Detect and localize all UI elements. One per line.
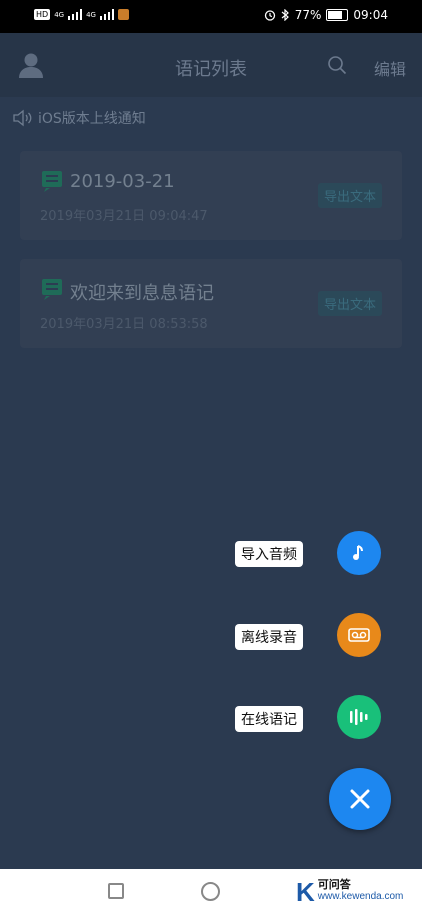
signal-label: 4G [86,10,96,19]
status-right: 77% 09:04 [264,8,388,22]
watermark-letter: K [296,877,315,907]
app-header: 语记列表 编辑 [0,33,422,97]
note-title: 2019-03-21 [70,171,175,192]
notice-text: iOS版本上线通知 [38,111,146,127]
home-button[interactable] [201,882,220,901]
app-notification-icon [117,9,129,20]
note-timestamp: 2019年03月21日 09:04:47 [40,209,208,224]
import-audio-label[interactable]: 导入音频 [235,541,303,567]
music-note-icon [353,545,363,560]
alarm-icon [264,10,275,21]
online-note-label[interactable]: 在线语记 [235,706,303,732]
status-bar: HD 4G 4G 77% 09:04 [0,0,422,33]
watermark-name: 可问答 [317,878,351,891]
clock: 09:04 [353,8,388,22]
signal-label: 4G [54,10,65,19]
battery-percent: 77% [294,8,322,22]
note-title: 欢迎来到息息语记 [70,283,214,304]
signal-icon [68,9,83,20]
watermark-text: 可问答 www.kewenda.com [318,879,404,903]
page-title: 语记列表 [175,59,247,80]
signal-icon [99,9,114,20]
system-nav-bar: K 可问答 www.kewenda.com [0,869,422,915]
bluetooth-icon [281,9,289,21]
note-icon [42,279,62,300]
note-icon [42,171,62,192]
offline-record-button[interactable] [337,613,381,657]
voicemail-icon [348,628,370,642]
watermark-logo: K 可问答 www.kewenda.com [296,877,404,907]
offline-record-label[interactable]: 离线录音 [235,624,303,650]
network-badge: HD [34,9,51,20]
watermark-url: www.kewenda.com [317,891,404,902]
export-text-button[interactable]: 导出文本 [317,183,382,208]
recent-apps-button[interactable] [108,883,124,899]
battery-icon [326,9,349,21]
note-card[interactable]: 2019-03-21 2019年03月21日 09:04:47 导出文本 [20,151,402,240]
status-left: HD 4G 4G [34,9,129,20]
search-icon[interactable] [327,55,347,75]
close-menu-button[interactable] [329,768,391,830]
import-audio-button[interactable] [337,531,381,575]
speaker-icon [13,109,32,127]
export-text-button[interactable]: 导出文本 [317,291,382,316]
notice-bar[interactable]: iOS版本上线通知 [12,108,146,128]
close-icon [350,789,370,809]
edit-button[interactable]: 编辑 [374,56,406,80]
note-card[interactable]: 欢迎来到息息语记 2019年03月21日 08:53:58 导出文本 [20,259,402,348]
online-note-button[interactable] [337,695,381,739]
sound-wave-icon [350,709,368,725]
note-timestamp: 2019年03月21日 08:53:58 [40,317,208,332]
